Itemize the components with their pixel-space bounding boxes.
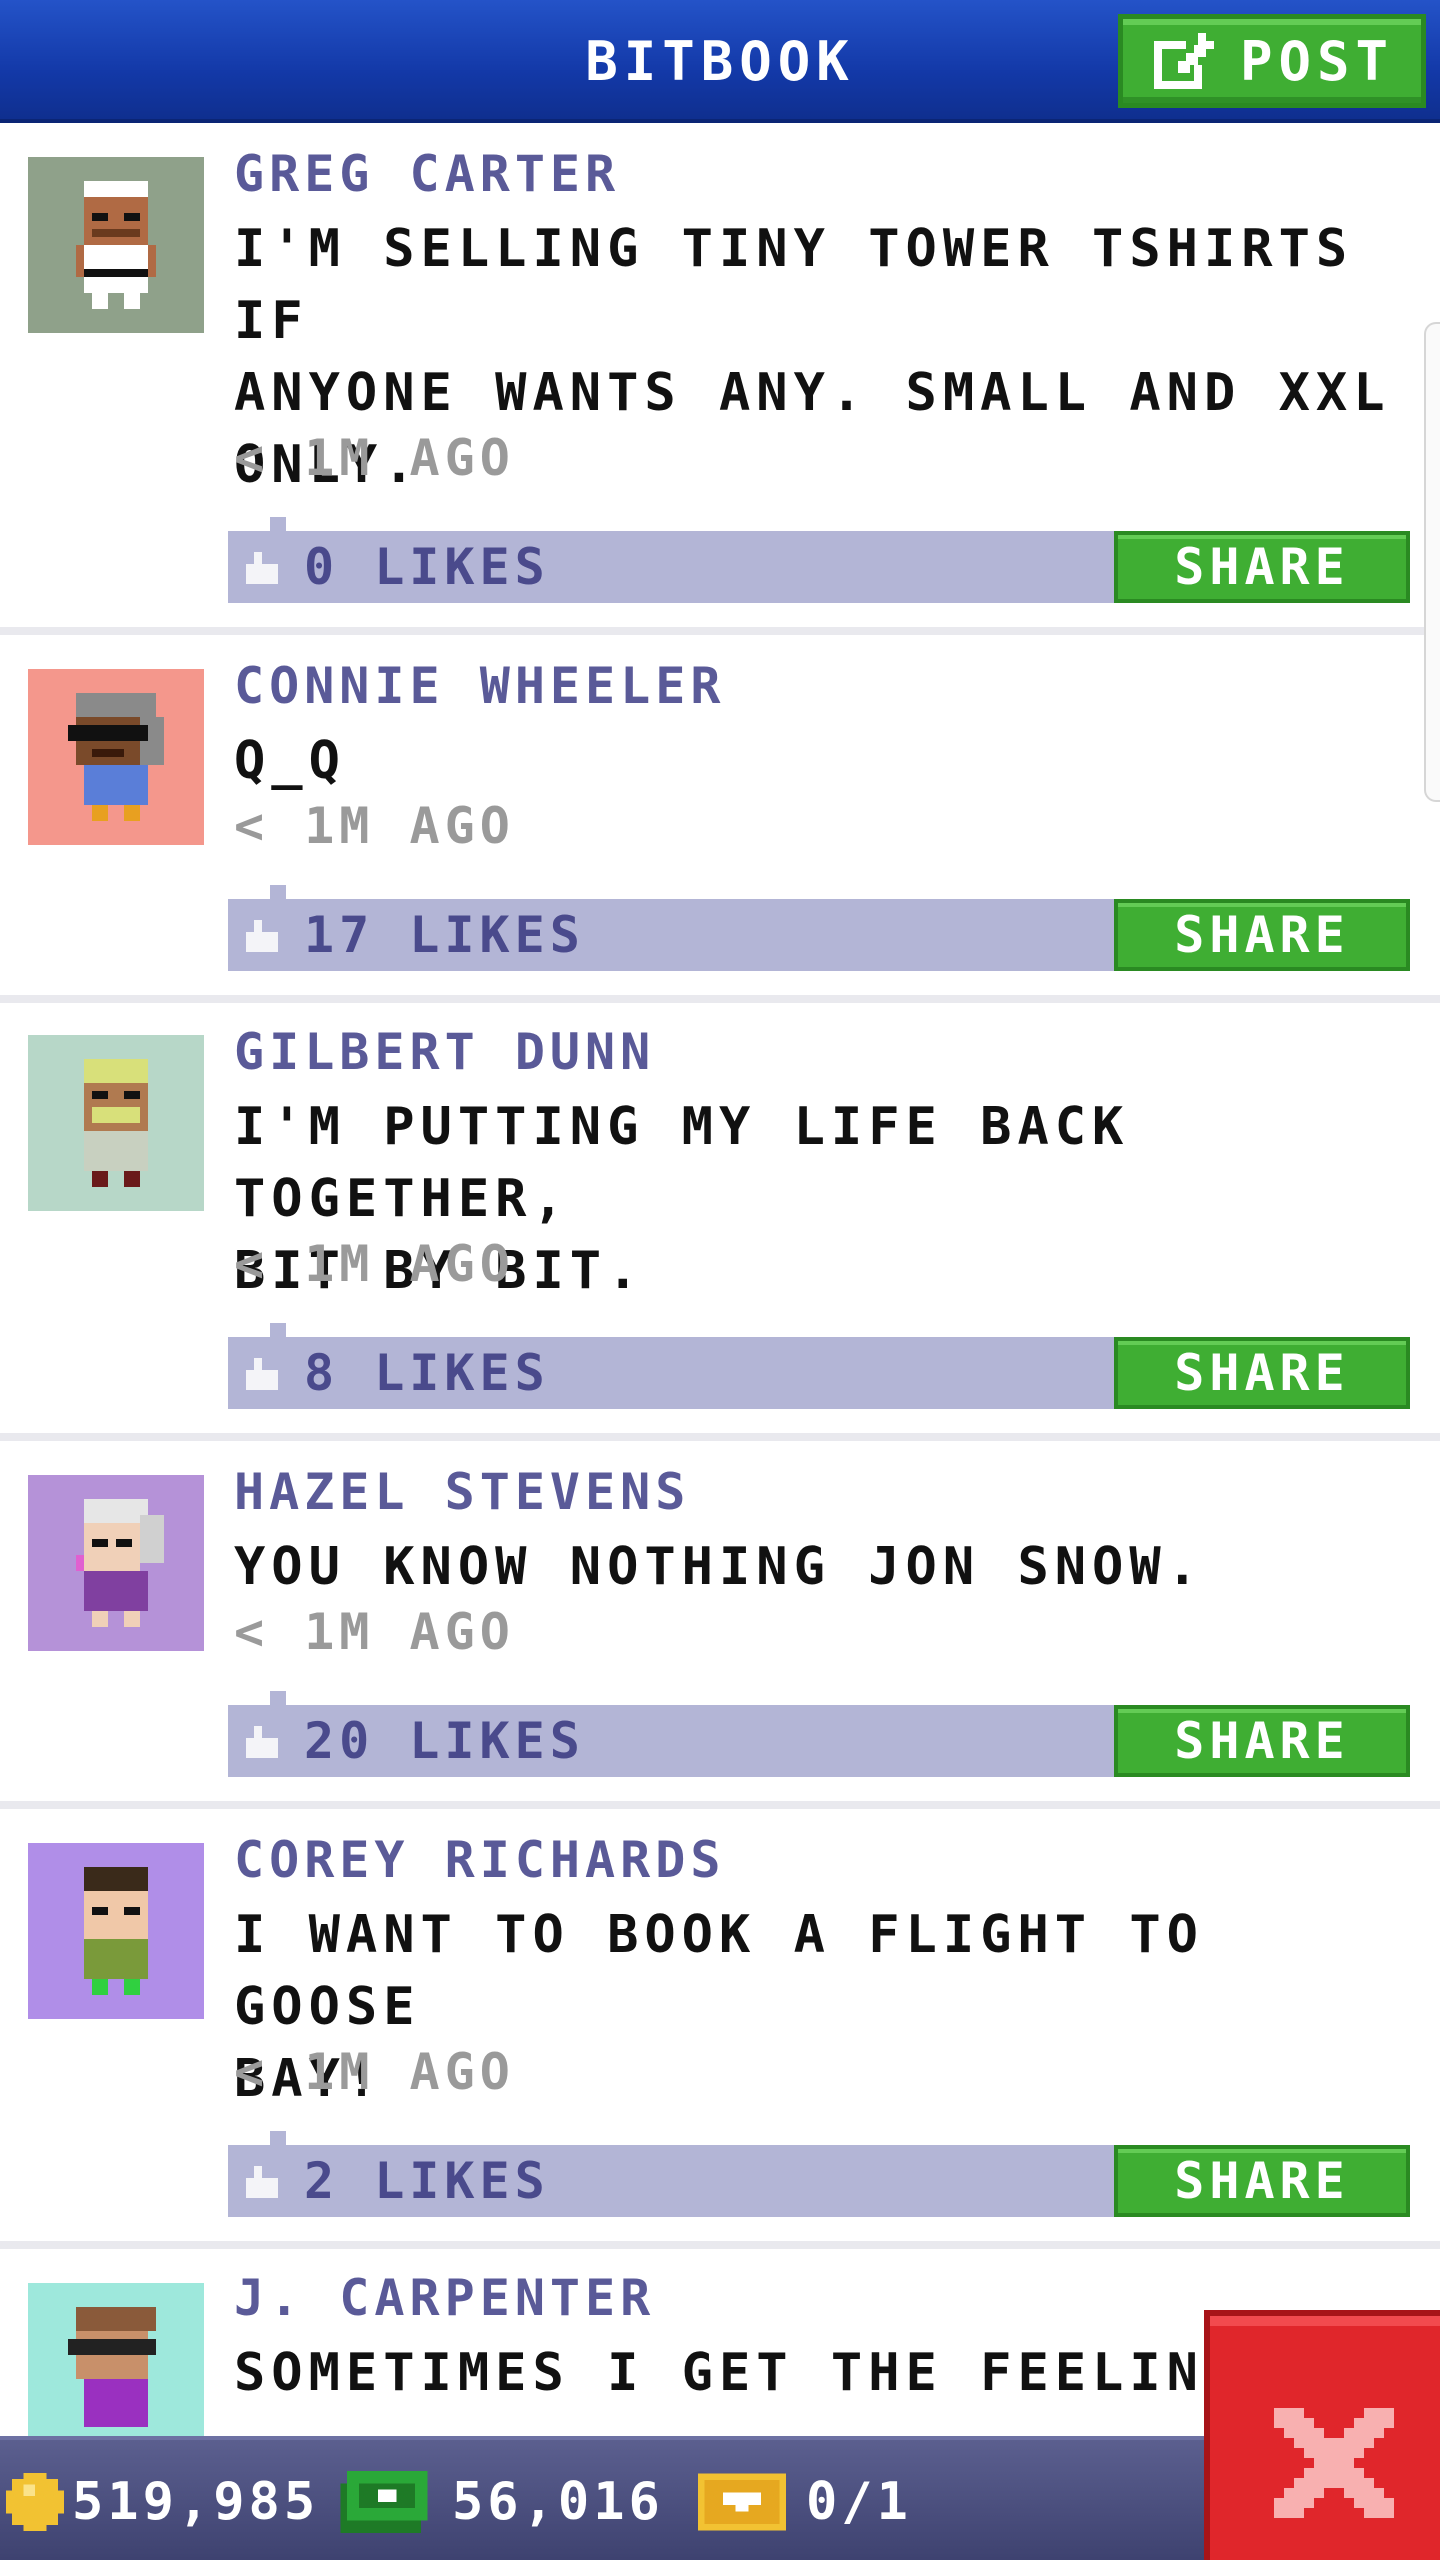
coin-icon bbox=[6, 2473, 64, 2531]
like-bar[interactable]: 2 LIKES SHARE bbox=[228, 2131, 1410, 2217]
avatar-j-carpenter bbox=[28, 2283, 204, 2459]
post-divider bbox=[0, 995, 1440, 1003]
avatar[interactable] bbox=[28, 1475, 204, 1651]
avatar-gilbert-dunn bbox=[28, 1035, 204, 1211]
avatar-connie-wheeler bbox=[28, 669, 204, 845]
post-button[interactable]: POST bbox=[1118, 14, 1426, 108]
like-count: 0 LIKES bbox=[304, 538, 550, 596]
post-author[interactable]: J. CARPENTER bbox=[234, 2269, 655, 2327]
post-time: < 1M AGO bbox=[234, 1603, 515, 1661]
post-message: Q_Q bbox=[234, 731, 346, 791]
close-x-icon bbox=[1274, 2408, 1394, 2518]
share-button[interactable]: SHARE bbox=[1114, 531, 1410, 603]
post-time: < 1M AGO bbox=[234, 429, 515, 487]
post-divider bbox=[0, 2241, 1440, 2249]
share-button[interactable]: SHARE bbox=[1114, 2145, 1410, 2217]
post-author[interactable]: CONNIE WHEELER bbox=[234, 657, 725, 715]
bux-value: 56,016 bbox=[452, 2472, 664, 2532]
post-edit-icon bbox=[1153, 33, 1214, 89]
avatar[interactable] bbox=[28, 669, 204, 845]
share-button[interactable]: SHARE bbox=[1114, 1705, 1410, 1777]
coins-stat: 519,985 bbox=[6, 2440, 319, 2560]
like-icon bbox=[246, 2166, 278, 2198]
ticket-icon bbox=[698, 2473, 786, 2531]
like-icon bbox=[246, 552, 278, 584]
like-bar[interactable]: 0 LIKES SHARE bbox=[228, 517, 1410, 603]
like-bar-notch bbox=[270, 1691, 286, 1705]
like-bar-notch bbox=[270, 2131, 286, 2145]
avatar[interactable] bbox=[28, 157, 204, 333]
like-count: 8 LIKES bbox=[304, 1344, 550, 1402]
like-bar[interactable]: 8 LIKES SHARE bbox=[228, 1323, 1410, 1409]
post-author[interactable]: COREY RICHARDS bbox=[234, 1831, 725, 1889]
coins-value: 519,985 bbox=[72, 2472, 320, 2532]
bux-stat: 56,016 bbox=[340, 2440, 664, 2560]
like-icon bbox=[246, 1726, 278, 1758]
tickets-value: 0/1 bbox=[806, 2472, 912, 2532]
like-count: 17 LIKES bbox=[304, 906, 585, 964]
avatar-hazel-stevens bbox=[28, 1475, 204, 1651]
share-button[interactable]: SHARE bbox=[1114, 899, 1410, 971]
like-count: 2 LIKES bbox=[304, 2152, 550, 2210]
avatar-greg-carter bbox=[28, 157, 204, 333]
like-bar-notch bbox=[270, 517, 286, 531]
post-message: YOU KNOW NOTHING JON SNOW. bbox=[234, 1537, 1204, 1597]
scroll-indicator[interactable] bbox=[1424, 322, 1440, 802]
like-bar-notch bbox=[270, 1323, 286, 1337]
like-icon bbox=[246, 1358, 278, 1390]
like-bar[interactable]: 20 LIKES SHARE bbox=[228, 1691, 1410, 1777]
close-button[interactable] bbox=[1204, 2310, 1440, 2560]
post-author[interactable]: HAZEL STEVENS bbox=[234, 1463, 690, 1521]
post-time: < 1M AGO bbox=[234, 1235, 515, 1293]
post-time: < 1M AGO bbox=[234, 797, 515, 855]
like-bar[interactable]: 17 LIKES SHARE bbox=[228, 885, 1410, 971]
post-author[interactable]: GREG CARTER bbox=[234, 145, 620, 203]
like-bar-notch bbox=[270, 885, 286, 899]
post-divider bbox=[0, 627, 1440, 635]
avatar[interactable] bbox=[28, 1843, 204, 2019]
avatar-corey-richards bbox=[28, 1843, 204, 2019]
avatar[interactable] bbox=[28, 1035, 204, 1211]
like-count: 20 LIKES bbox=[304, 1712, 585, 1770]
post-divider bbox=[0, 1801, 1440, 1809]
post-divider bbox=[0, 1433, 1440, 1441]
post-author[interactable]: GILBERT DUNN bbox=[234, 1023, 655, 1081]
tickets-stat: 0/1 bbox=[698, 2440, 912, 2560]
bux-icon bbox=[340, 2471, 428, 2533]
post-button-label: POST bbox=[1239, 29, 1395, 93]
share-button[interactable]: SHARE bbox=[1114, 1337, 1410, 1409]
avatar[interactable] bbox=[28, 2283, 204, 2459]
like-icon bbox=[246, 920, 278, 952]
top-bar: BITBOOK POST bbox=[0, 0, 1440, 123]
post-time: < 1M AGO bbox=[234, 2043, 515, 2101]
